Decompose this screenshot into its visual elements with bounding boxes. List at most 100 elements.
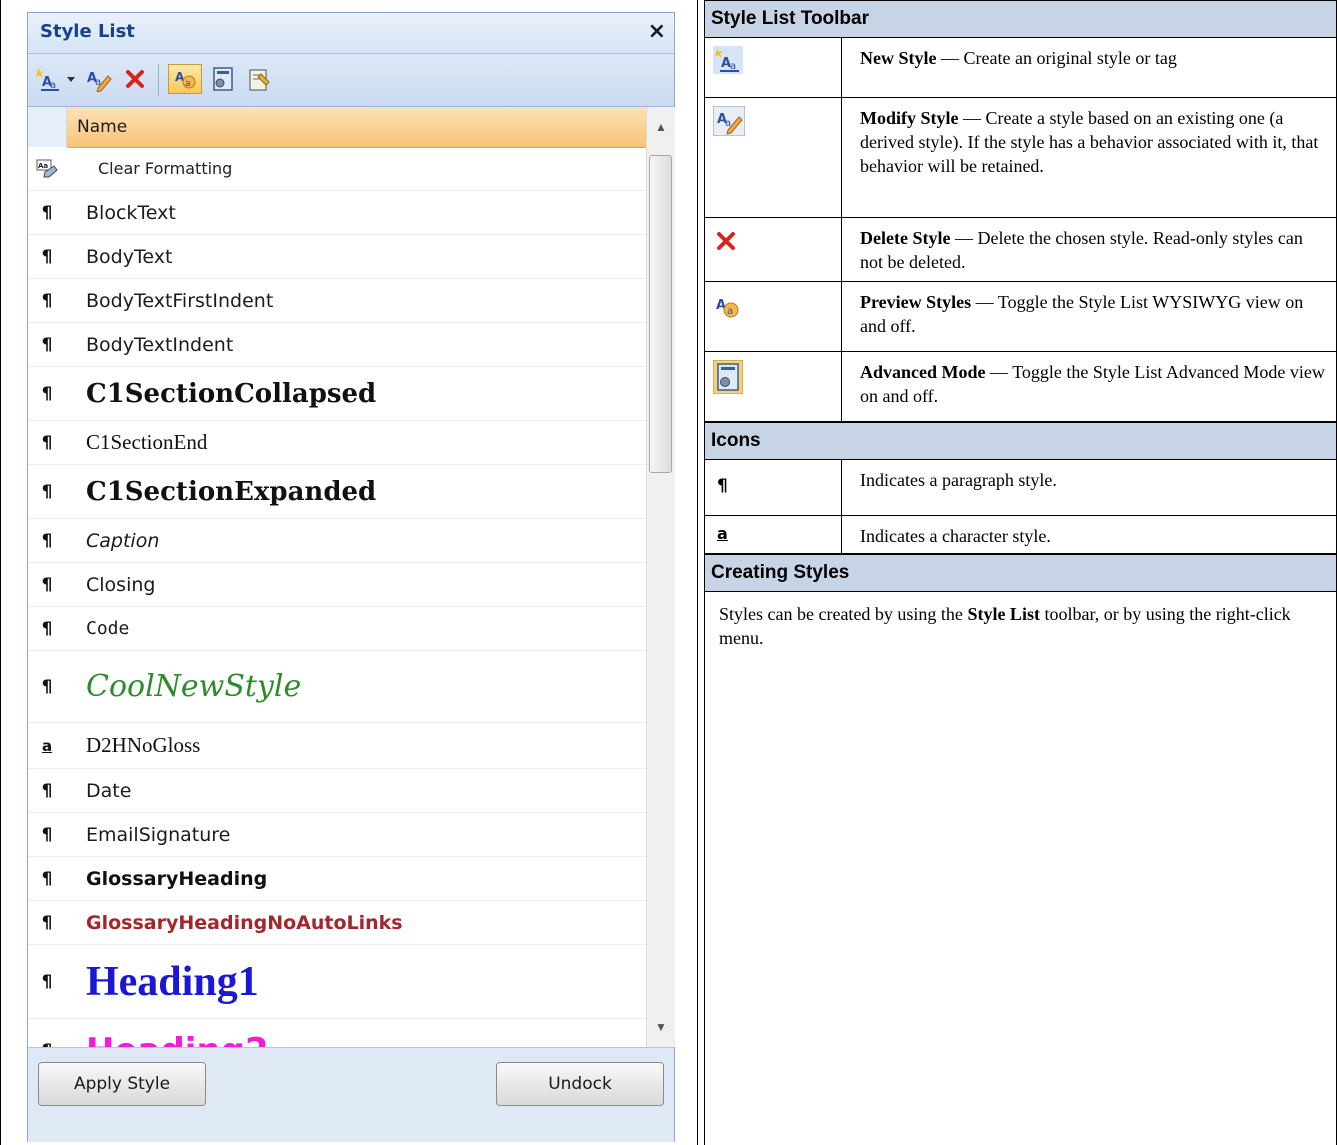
paragraph-icon: ¶ [41, 618, 53, 639]
toolbar-separator [158, 64, 159, 96]
icon-cell: A a [705, 98, 842, 217]
list-item[interactable]: ¶ Heading2 [28, 1019, 646, 1047]
new-style-icon: A a [713, 46, 743, 74]
term-description: Create an original style or tag [963, 48, 1177, 68]
term-label: New Style [860, 48, 937, 68]
list-item[interactable]: ¶ BodyTextIndent [28, 323, 646, 367]
new-style-button[interactable]: A a [34, 64, 62, 94]
style-name: Date [86, 779, 132, 802]
advanced-mode-button[interactable] [208, 64, 238, 94]
row-description: Indicates a paragraph style. [860, 470, 1057, 490]
svg-text:a: a [727, 306, 733, 317]
list-item[interactable]: ¶ Code [28, 607, 646, 651]
list-item[interactable]: ¶ CoolNewStyle [28, 651, 646, 723]
list-item[interactable]: ¶ C1SectionCollapsed [28, 367, 646, 421]
table-row: A a New Style — Create an original style… [705, 38, 1336, 98]
close-icon[interactable]: × [648, 19, 666, 44]
paragraph-icon: ¶ [41, 824, 53, 845]
section-heading: Style List Toolbar [705, 0, 1336, 38]
scroll-down-icon[interactable]: ▼ [647, 1007, 675, 1047]
paragraph-icon: ¶ [41, 383, 53, 404]
style-name: Heading1 [86, 958, 259, 1005]
undock-button[interactable]: Undock [496, 1062, 664, 1106]
list-item[interactable]: ¶ BlockText [28, 191, 646, 235]
list-item[interactable]: ¶ C1SectionEnd [28, 421, 646, 465]
style-properties-button[interactable] [244, 64, 274, 94]
list-item[interactable]: ¶ BodyText [28, 235, 646, 279]
icon-cell [705, 218, 842, 281]
style-list-footer: Apply Style Undock [28, 1047, 674, 1142]
style-name: BlockText [86, 201, 176, 224]
style-name: Clear Formatting [98, 159, 233, 178]
scroll-up-icon[interactable]: ▲ [647, 107, 675, 147]
list-item[interactable]: a D2HNoGloss [28, 723, 646, 769]
modify-style-icon: A a [713, 106, 745, 136]
row-description: Indicates a character style. [860, 526, 1051, 546]
row-description: Modify Style — Create a style based on a… [860, 106, 1326, 178]
icon-cell: A a [705, 282, 842, 351]
icon-cell [705, 352, 842, 421]
modify-style-button[interactable]: A a [82, 64, 114, 94]
list-item[interactable]: ¶ Date [28, 769, 646, 813]
vertical-scrollbar[interactable]: ▲ ▼ [646, 107, 675, 1047]
style-name: BodyTextFirstIndent [86, 289, 274, 312]
list-item[interactable]: ¶ Closing [28, 563, 646, 607]
paragraph-icon: ¶ [41, 334, 53, 355]
list-header: Name [28, 107, 646, 148]
style-name: C1SectionExpanded [86, 476, 377, 507]
icon-cell: A a [705, 38, 842, 97]
paragraph-icon: ¶ [717, 476, 728, 496]
paragraph-icon: ¶ [41, 868, 53, 889]
list-item[interactable]: ¶ GlossaryHeading [28, 857, 646, 901]
svg-text:a: a [185, 79, 191, 89]
creating-styles-paragraph: Styles can be created by using the Style… [719, 602, 1322, 650]
term-dash: — [958, 108, 986, 128]
table-row: Advanced Mode — Toggle the Style List Ad… [705, 352, 1336, 422]
scrollbar-thumb[interactable] [649, 155, 672, 473]
list-item[interactable]: ¶ Caption [28, 519, 646, 563]
new-style-dropdown[interactable] [64, 64, 78, 94]
table-row: Delete Style — Delete the chosen style. … [705, 218, 1336, 282]
style-name: BodyTextIndent [86, 333, 234, 356]
icon-cell: a [705, 516, 842, 553]
paragraph-icon: ¶ [41, 676, 53, 697]
row-description: Preview Styles — Toggle the Style List W… [860, 290, 1326, 338]
list-item[interactable]: ¶ Heading1 [28, 945, 646, 1019]
reference-table: Style List Toolbar A a New Style — Creat… [704, 0, 1337, 1145]
paragraph-icon: ¶ [41, 202, 53, 223]
list-item[interactable]: ¶ BodyTextFirstIndent [28, 279, 646, 323]
paragraph-icon: ¶ [41, 780, 53, 801]
list-item[interactable]: ¶ C1SectionExpanded [28, 465, 646, 519]
paragraph-icon: ¶ [41, 912, 53, 933]
paragraph-icon: ¶ [41, 530, 53, 551]
row-description: Advanced Mode — Toggle the Style List Ad… [860, 360, 1326, 408]
style-name: BodyText [86, 245, 173, 268]
delete-style-button[interactable] [120, 64, 150, 94]
list-item[interactable]: ¶ GlossaryHeadingNoAutoLinks [28, 901, 646, 945]
delete-style-icon [717, 232, 735, 250]
name-column-label: Name [77, 117, 128, 137]
style-list-titlebar: Style List × [28, 13, 674, 54]
style-name: Code [86, 618, 130, 639]
term-label: Delete Style [860, 228, 951, 248]
character-icon: a [41, 736, 53, 755]
preview-styles-icon: A a [716, 298, 739, 318]
term-dash: — [985, 362, 1013, 382]
table-row: ¶ Indicates a paragraph style. [705, 460, 1336, 516]
new-style-icon: A a [36, 68, 59, 91]
icons-section-title: Icons [711, 430, 761, 451]
style-name: C1SectionEnd [86, 430, 208, 454]
table-row: A a Modify Style — Create a style based … [705, 98, 1336, 218]
apply-style-button[interactable]: Apply Style [38, 1062, 206, 1106]
modify-style-icon: A a [87, 71, 112, 92]
creating-text-bold: Style List [967, 604, 1040, 624]
name-column-header[interactable]: Name [67, 107, 646, 148]
style-list-frame: Style List × A a A a A a Name Aa Clear F… [0, 0, 698, 1145]
style-name: D2HNoGloss [86, 733, 201, 757]
preview-styles-button[interactable]: A a [168, 64, 202, 94]
paragraph-icon: ¶ [41, 290, 53, 311]
style-list: Aa Clear Formatting ¶ BlockText ¶ BodyTe… [28, 147, 646, 1047]
list-item[interactable]: ¶ EmailSignature [28, 813, 646, 857]
advanced-mode-icon [713, 360, 743, 394]
list-item[interactable]: Aa Clear Formatting [28, 147, 646, 191]
